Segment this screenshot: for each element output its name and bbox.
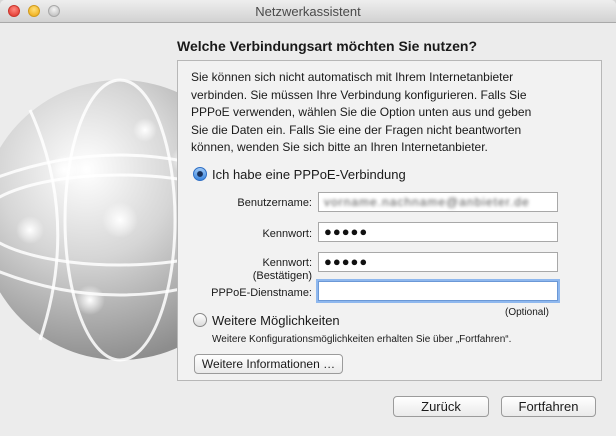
password-field[interactable]: ●●●●● <box>318 222 558 242</box>
service-name-label: PPPoE-Dienstname: <box>211 287 312 299</box>
more-options-radio-label[interactable]: Weitere Möglichkeiten <box>212 313 340 328</box>
confirm-password-label: Kennwort: <box>262 257 312 269</box>
network-assistant-window: Netzwerkassistent Welche Verbindungsart … <box>0 0 616 436</box>
confirm-password-value: ●●●●● <box>324 254 369 269</box>
more-info-button[interactable]: Weitere Informationen … <box>194 354 343 374</box>
continue-button[interactable]: Fortfahren <box>501 396 596 417</box>
back-button[interactable]: Zurück <box>393 396 489 417</box>
service-name-field[interactable] <box>318 281 558 301</box>
username-field[interactable]: vorname.nachname@anbieter.de <box>318 192 558 212</box>
intro-line: PPPoE verwenden, wählen Sie die Option u… <box>191 105 532 119</box>
intro-line: verbinden. Sie müssen Ihre Verbindung ko… <box>191 87 527 102</box>
optional-note: (Optional) <box>505 307 549 318</box>
intro-line: Sie die Daten ein. Falls Sie eine der Fr… <box>191 122 522 137</box>
pppoe-radio[interactable] <box>193 167 207 181</box>
intro-text: Sie können sich nicht automatisch mit Ih… <box>191 69 596 157</box>
username-value: vorname.nachname@anbieter.de <box>324 195 530 209</box>
pppoe-radio-label[interactable]: Ich habe eine PPPoE-Verbindung <box>212 167 406 182</box>
page-heading: Welche Verbindungsart möchten Sie nutzen… <box>177 38 478 54</box>
password-value: ●●●●● <box>324 224 369 239</box>
confirm-password-sublabel: (Bestätigen) <box>252 270 312 282</box>
confirm-password-field[interactable]: ●●●●● <box>318 252 558 272</box>
title-bar: Netzwerkassistent <box>0 0 616 23</box>
window-title: Netzwerkassistent <box>255 4 361 19</box>
more-options-description: Weitere Konfigurationsmöglichkeiten erha… <box>212 334 512 345</box>
password-label: Kennwort: <box>262 228 312 240</box>
more-options-radio[interactable] <box>193 313 207 327</box>
intro-line: können, wenden Sie sich bitte an Ihren I… <box>191 140 488 154</box>
username-label: Benutzername: <box>237 197 312 209</box>
intro-line: Sie können sich nicht automatisch mit Ih… <box>191 70 514 84</box>
